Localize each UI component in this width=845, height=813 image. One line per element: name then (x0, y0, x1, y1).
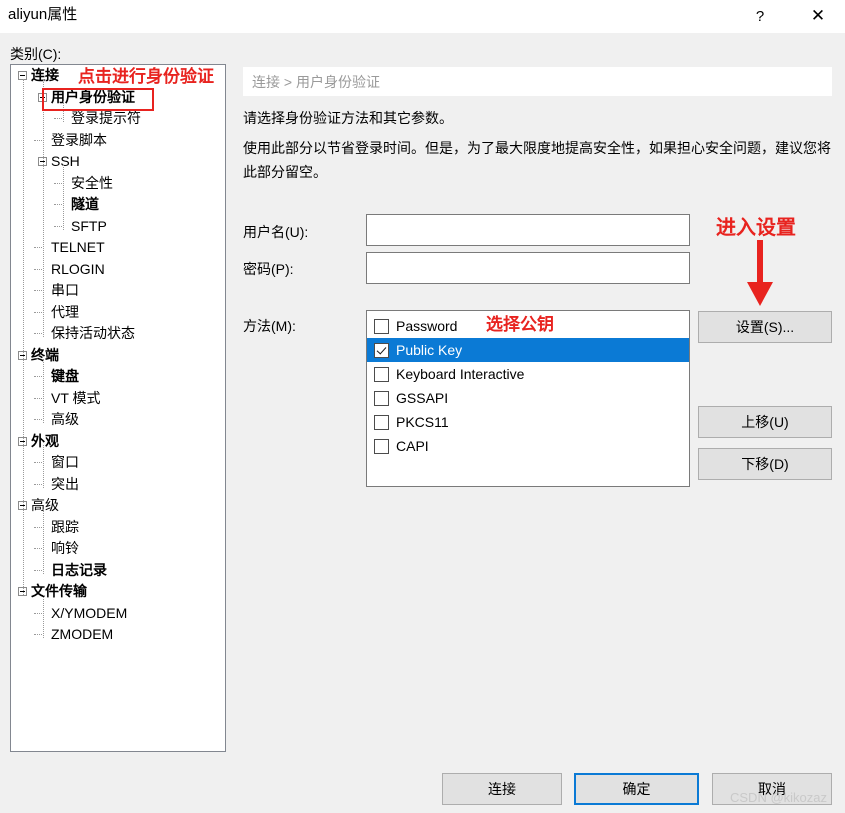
tree-connector (34, 139, 42, 142)
tree-connector (34, 462, 42, 464)
method-item-label: Password (396, 318, 458, 334)
annotation-pubkey-note: 选择公钥 (486, 315, 554, 334)
description-line-1: 请选择身份验证方法和其它参数。 (243, 110, 453, 126)
tree-item-label: 响铃 (51, 540, 79, 556)
method-item-label: Public Key (396, 342, 463, 358)
username-label: 用户名(U): (243, 224, 309, 240)
tree-item-label: SFTP (71, 217, 107, 234)
tree-connector (43, 444, 45, 488)
tree-item-label: RLOGIN (51, 260, 105, 277)
tree-connector (63, 165, 65, 230)
method-item-label: Keyboard Interactive (396, 366, 525, 382)
username-input[interactable] (366, 214, 690, 246)
checkbox-icon[interactable] (374, 414, 389, 430)
tree-item-label: 高级 (51, 411, 79, 427)
password-input[interactable] (366, 252, 690, 284)
annotation-highlight-box (42, 88, 154, 111)
annotation-tree-note: 点击进行身份验证 (78, 67, 214, 86)
checkbox-icon[interactable] (374, 318, 389, 334)
tree-connector (54, 225, 62, 228)
tree-item-label: 窗口 (51, 454, 79, 470)
description-line-2: 使用此部分以节省登录时间。但是，为了最大限度地提高安全性，如果担心安全问题，建议… (243, 140, 831, 180)
method-item-5[interactable]: CAPI (367, 434, 689, 458)
tree-item-label: X/YMODEM (51, 604, 128, 621)
method-item-3[interactable]: GSSAPI (367, 386, 689, 410)
checkbox-icon[interactable] (374, 366, 389, 382)
tree-connector (34, 333, 42, 335)
tree-connector (34, 376, 42, 378)
method-item-1[interactable]: Public Key (367, 338, 689, 362)
tree-item-label: 高级 (31, 497, 59, 513)
tree-item-label: 文件传输 (31, 583, 87, 599)
method-item-label: GSSAPI (396, 390, 449, 406)
annotation-arrow-icon (747, 240, 773, 306)
move-up-button[interactable]: 上移(U) (698, 406, 832, 438)
tree-connector (34, 419, 42, 421)
window-title: aliyun属性 (8, 6, 78, 23)
tree-item-label: ZMODEM (51, 626, 114, 642)
tree-item-label: 日志记录 (51, 561, 107, 578)
tree-connector (34, 526, 42, 529)
tree-item-label: 登录提示符 (71, 110, 141, 126)
tree-connector (34, 311, 42, 314)
tree-item-label: 登录脚本 (51, 131, 107, 148)
close-icon[interactable]: ✕ (795, 0, 841, 32)
tree-item-label: 隧道 (71, 196, 99, 212)
tree-item-label: 串口 (51, 282, 79, 298)
tree-connector (34, 290, 42, 292)
method-item-2[interactable]: Keyboard Interactive (367, 362, 689, 386)
tree-connector (23, 79, 25, 595)
tree-item-label: 终端 (31, 346, 59, 363)
watermark: CSDN @kikozaz (730, 790, 827, 805)
breadcrumb-bar: 连接 > 用户身份验证 (243, 67, 832, 96)
tree-item-label: VT 模式 (51, 389, 101, 406)
tree-connector (43, 509, 45, 574)
tree-item-label: 连接 (31, 67, 59, 83)
tree-connector (34, 612, 42, 615)
tree-connector (54, 182, 62, 185)
method-item-label: PKCS11 (396, 414, 449, 430)
checkbox-icon[interactable] (374, 438, 389, 454)
move-down-button[interactable]: 下移(D) (698, 448, 832, 480)
tree-connector (34, 397, 42, 400)
ok-button[interactable]: 确定 (574, 773, 699, 805)
category-tree[interactable]: 连接 用户身份验证 登录提示符 登录脚本 SSH 安全性 隧道 SFTP TELNET RLOGI… (10, 64, 226, 752)
tree-item-label: 外观 (31, 432, 59, 449)
title-bar: aliyun属性 ? ✕ (0, 0, 845, 33)
tree-item-label: 跟踪 (51, 518, 79, 535)
method-item-label: CAPI (396, 438, 429, 454)
category-label: 类别(C): (10, 46, 62, 62)
tree-connector (34, 634, 42, 636)
checkbox-icon[interactable] (374, 390, 389, 406)
breadcrumb: 连接 > 用户身份验证 (252, 74, 380, 90)
tree-item-label: 代理 (51, 303, 79, 320)
tree-item-label: 键盘 (51, 368, 79, 384)
password-label: 密码(P): (243, 261, 294, 277)
tree-connector (54, 118, 62, 120)
tree-connector (34, 247, 42, 249)
method-item-4[interactable]: PKCS11 (367, 410, 689, 434)
tree-connector (54, 204, 62, 206)
tree-item-label: 突出 (51, 475, 79, 492)
checkbox-icon[interactable] (374, 342, 389, 358)
method-list[interactable]: Password Public Key Keyboard Interactive GS… (366, 310, 690, 487)
annotation-settings-note: 进入设置 (716, 217, 796, 239)
tree-connector (43, 358, 45, 423)
help-icon[interactable]: ? (737, 0, 783, 32)
tree-item-label: SSH (51, 153, 80, 169)
tree-connector (34, 268, 42, 271)
tree-connector (34, 548, 42, 550)
tree-connector (43, 79, 45, 337)
method-label: 方法(M): (243, 318, 296, 334)
connect-button[interactable]: 连接 (442, 773, 562, 805)
tree-connector (43, 595, 45, 638)
tree-item-label: 安全性 (71, 174, 113, 191)
tree-item-label: TELNET (51, 239, 105, 255)
tree-item-label: 保持活动状态 (51, 325, 135, 341)
settings-button[interactable]: 设置(S)... (698, 311, 832, 343)
tree-connector (34, 483, 42, 486)
tree-connector (34, 569, 42, 572)
